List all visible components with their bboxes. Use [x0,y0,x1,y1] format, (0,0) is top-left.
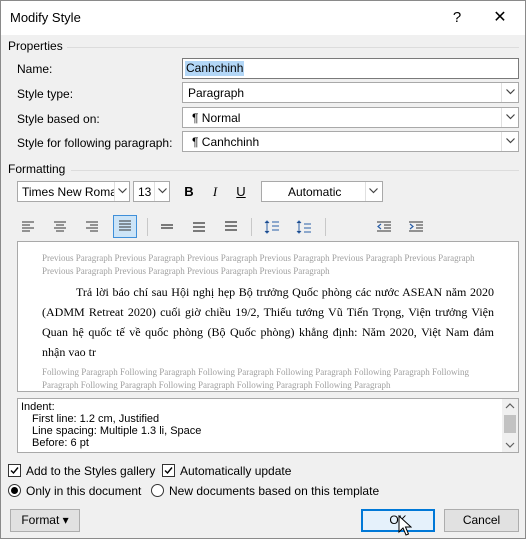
new-documents-radio[interactable] [151,484,164,497]
name-input-value: Canhchinh [185,61,245,76]
space-after-icon[interactable] [293,216,315,237]
only-this-document-label[interactable]: Only in this document [26,484,141,498]
format-button[interactable]: Format ▾ [10,509,80,532]
scroll-thumb[interactable] [504,415,516,433]
align-right-icon[interactable] [81,216,103,237]
toolbar-divider [251,218,252,236]
bold-button[interactable]: B [178,181,200,202]
name-input[interactable]: Canhchinh [182,58,519,79]
style-type-dropdown[interactable]: Paragraph [182,82,519,103]
formatting-heading: Formatting [8,162,66,176]
description-scrollbar[interactable] [502,399,518,452]
decrease-indent-icon[interactable] [373,216,395,237]
preview-sample-text: Trả lời báo chí sau Hội nghị hẹp Bộ trưở… [42,285,494,359]
auto-update-checkbox[interactable] [162,464,175,477]
scroll-up-icon[interactable] [502,399,518,414]
name-label: Name: [17,62,53,76]
modify-style-dialog: Modify Style ? ✕ Properties Name: Canhch… [0,0,526,539]
underline-button[interactable]: U [230,181,252,202]
add-to-gallery-label[interactable]: Add to the Styles gallery [26,464,155,478]
add-to-gallery-checkbox[interactable] [8,464,21,477]
auto-update-label[interactable]: Automatically update [180,464,291,478]
style-based-on-dropdown[interactable]: ¶ Normal [182,107,519,128]
font-size-value: 13 [138,185,152,199]
preview-previous-paragraph: Previous Paragraph Previous Paragraph Pr… [42,253,475,276]
chevron-down-icon [365,182,382,201]
only-this-document-radio[interactable] [8,484,21,497]
properties-divider [67,47,519,48]
one-half-spacing-icon[interactable] [188,216,210,237]
toolbar-divider [147,218,148,236]
font-size-dropdown[interactable]: 13 [133,181,170,202]
help-button[interactable]: ? [441,4,473,32]
italic-button[interactable]: I [204,181,226,202]
chevron-down-icon [114,182,129,201]
style-based-on-value: ¶ Normal [192,111,241,125]
title-bar: Modify Style ? ✕ [1,1,525,35]
description-line: Before: 6 pt [32,437,89,449]
scroll-down-icon[interactable] [502,437,518,452]
style-type-value: Paragraph [188,86,245,100]
description-line: First line: 1.2 cm, Justified [32,413,160,425]
dialog-title: Modify Style [10,10,81,25]
style-type-label: Style type: [17,87,74,101]
chevron-down-icon [501,83,518,102]
description-line: Line spacing: Multiple 1.3 li, Space [32,425,202,437]
preview-following-paragraph: Following Paragraph Following Paragraph … [42,367,469,390]
cancel-button[interactable]: Cancel [444,509,519,532]
close-button[interactable]: ✕ [483,4,517,32]
radio-selected-dot [11,487,18,494]
formatting-divider [71,170,519,171]
chevron-down-icon [154,182,169,201]
font-color-dropdown[interactable]: Automatic [261,181,383,202]
font-color-value: Automatic [288,185,342,199]
chevron-down-icon [501,132,518,151]
font-name-dropdown[interactable]: Times New Roman [17,181,130,202]
single-spacing-icon[interactable] [156,216,178,237]
style-following-label: Style for following paragraph: [17,136,173,150]
style-following-dropdown[interactable]: ¶ Canhchinh [182,131,519,152]
style-preview: Previous Paragraph Previous Paragraph Pr… [17,241,519,392]
chevron-down-icon [501,108,518,127]
increase-indent-icon[interactable] [405,216,427,237]
toolbar-divider [325,218,326,236]
align-left-icon[interactable] [17,216,39,237]
justify-icon[interactable] [113,215,137,238]
style-based-on-label: Style based on: [17,112,100,126]
align-center-icon[interactable] [49,216,71,237]
mouse-pointer-icon [398,515,412,536]
font-name-value: Times New Roman [22,185,114,199]
new-documents-label[interactable]: New documents based on this template [169,484,379,498]
space-before-icon[interactable] [261,216,283,237]
style-following-value: ¶ Canhchinh [192,135,260,149]
double-spacing-icon[interactable] [220,216,242,237]
properties-heading: Properties [8,39,63,53]
style-description: Indent: First line: 1.2 cm, Justified Li… [17,398,519,453]
description-line: Indent: [21,401,55,413]
